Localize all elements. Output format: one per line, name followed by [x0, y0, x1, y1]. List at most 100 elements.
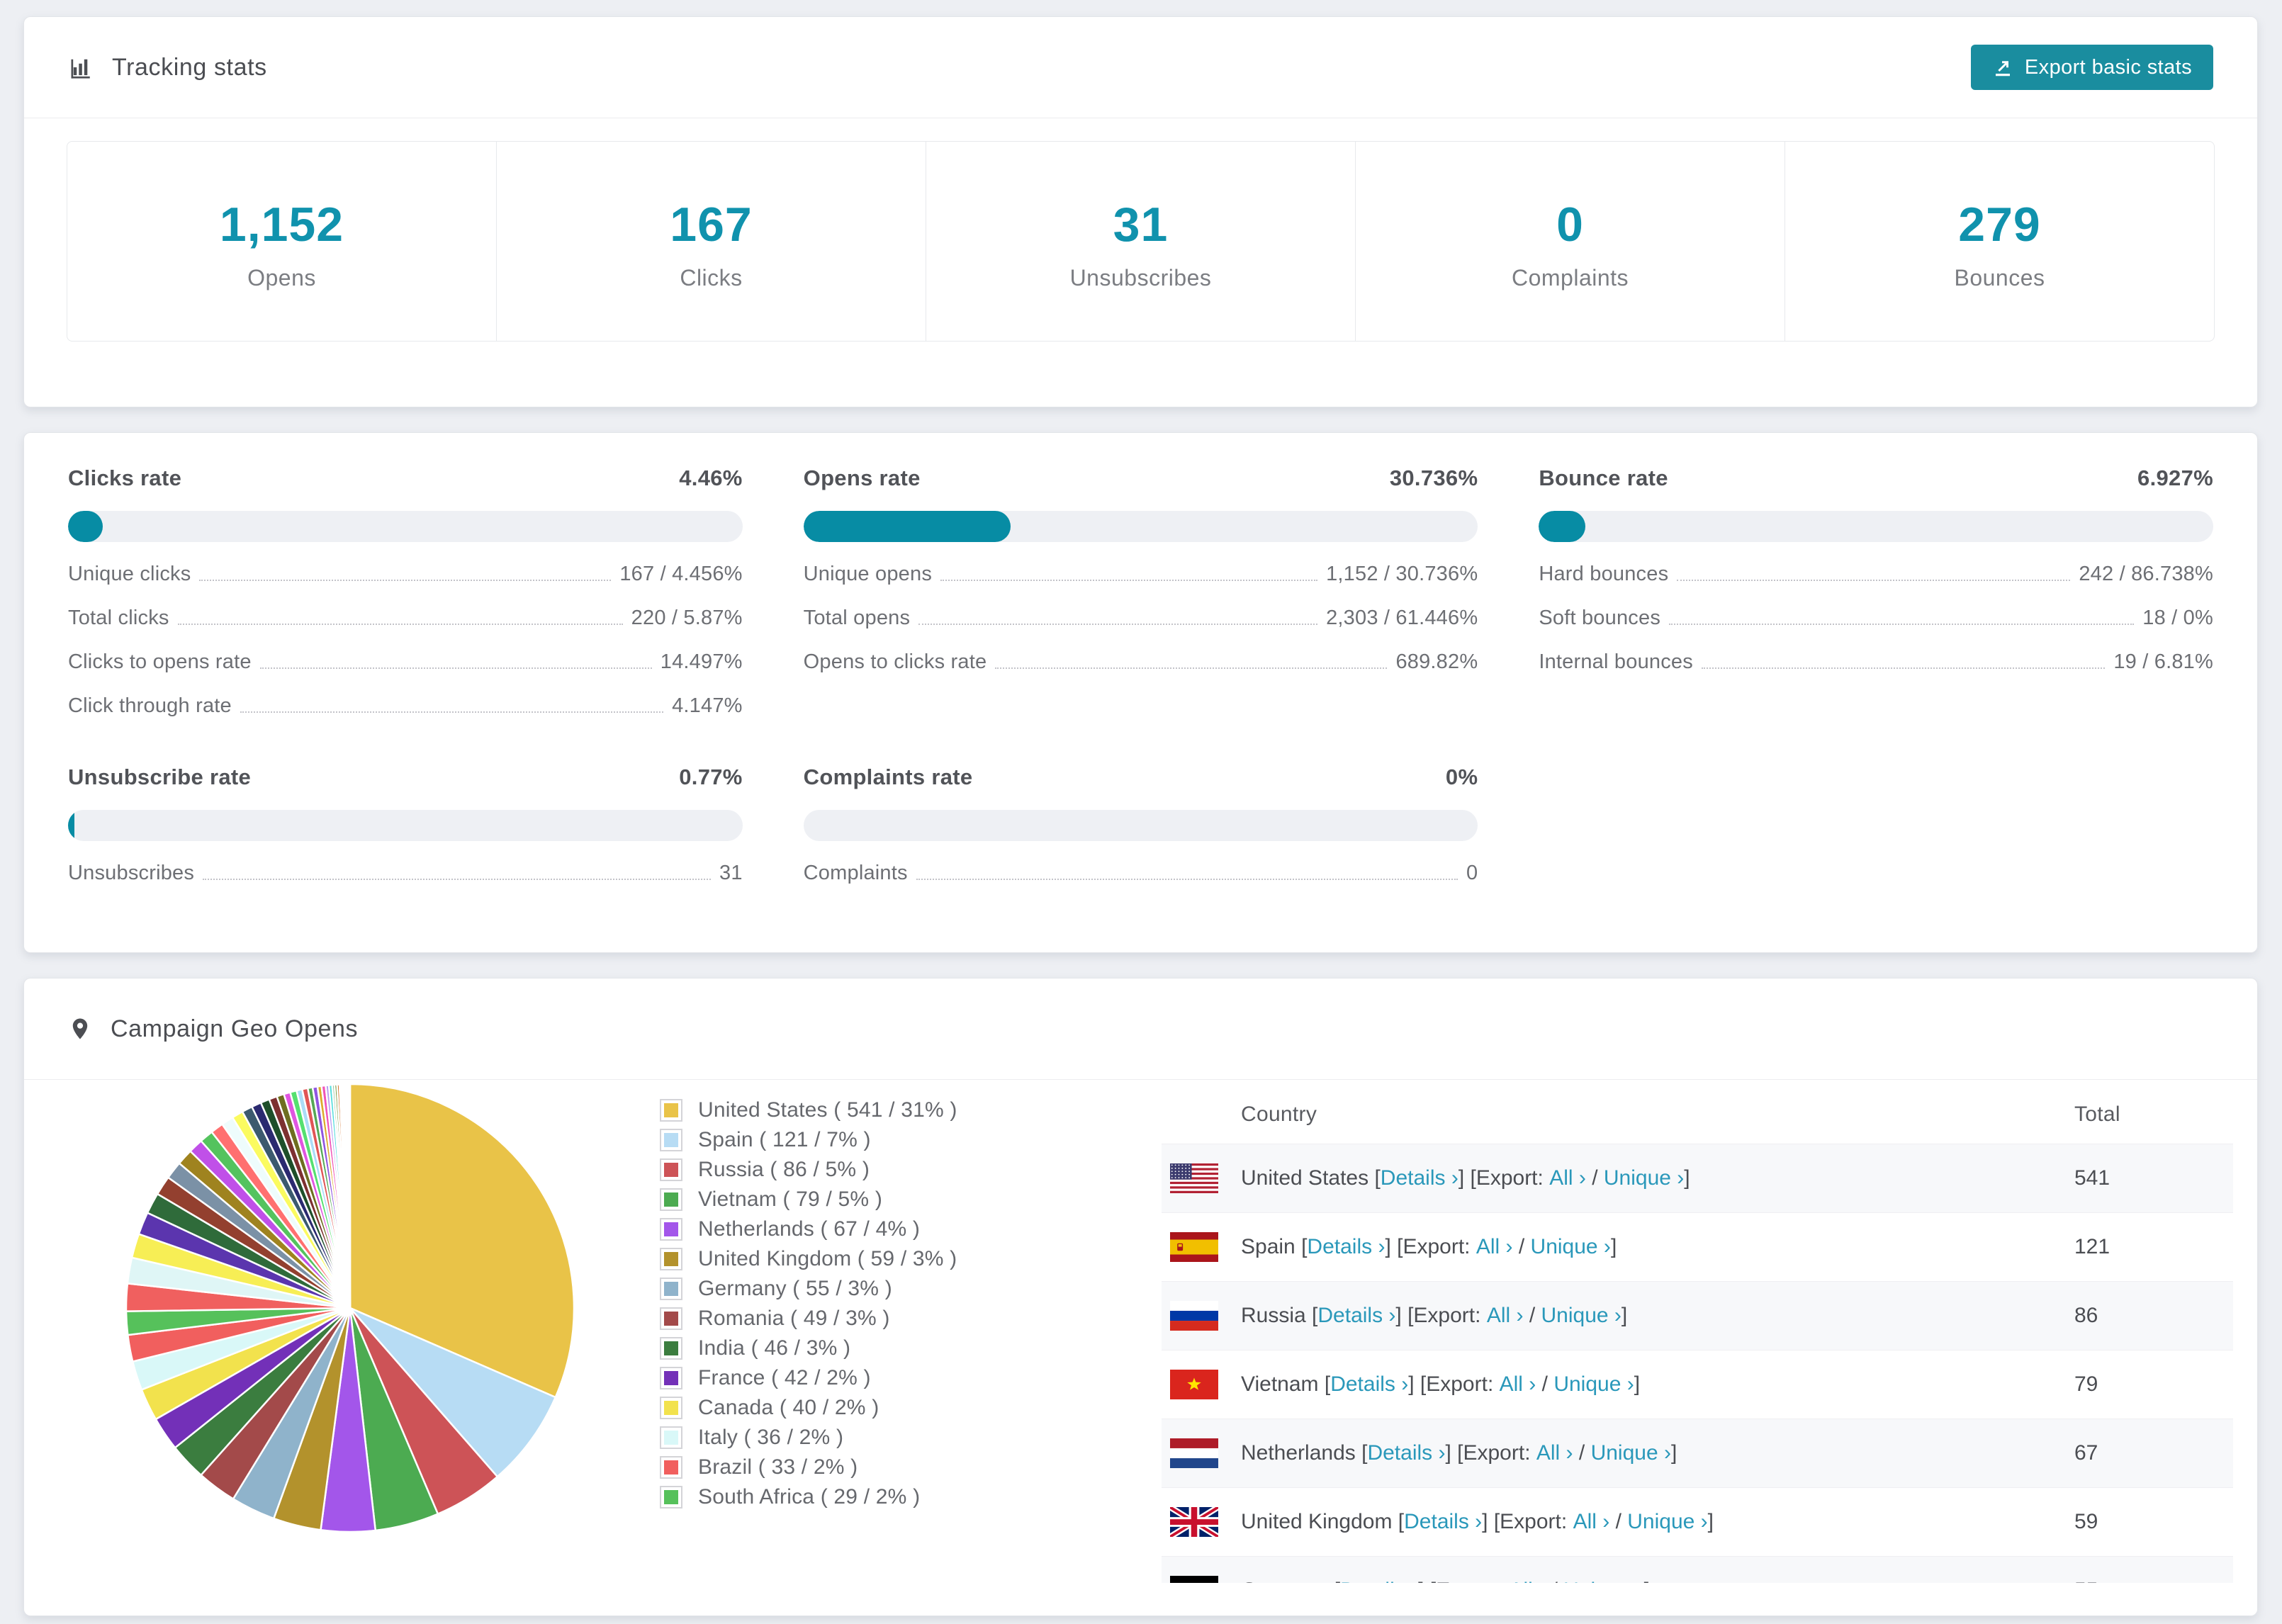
export-all-link[interactable]: All ›	[1476, 1235, 1513, 1259]
geo-header: Campaign Geo Opens	[24, 979, 2257, 1080]
export-all-link[interactable]: All ›	[1509, 1579, 1546, 1583]
geo-table-row-russia: Russia [Details ›] [Export: All › / Uniq…	[1162, 1281, 2233, 1350]
legend-swatch	[660, 1367, 682, 1389]
rate-row-total-opens: Total opens 2,303 / 61.446%	[804, 607, 1478, 630]
legend-item-italy[interactable]: Italy ( 36 / 2% )	[660, 1423, 957, 1453]
legend-item-netherlands[interactable]: Netherlands ( 67 / 4% )	[660, 1214, 957, 1244]
details-link[interactable]: Details ›	[1367, 1441, 1445, 1465]
export-basic-stats-button[interactable]: Export basic stats	[1970, 45, 2213, 90]
country-total: 121	[2074, 1235, 2110, 1258]
geo-table-row-united-states: United States [Details ›] [Export: All ›…	[1162, 1144, 2233, 1212]
export-icon	[1992, 57, 2013, 78]
rate-title: Opens rate	[803, 466, 921, 490]
progress-track	[68, 810, 743, 841]
stat-value: 279	[1958, 198, 2041, 252]
legend-item-vietnam[interactable]: Vietnam ( 79 / 5% )	[660, 1185, 957, 1214]
tracking-stats-header: Tracking stats Export basic stats	[24, 17, 2257, 118]
geo-table-row-vietnam: Vietnam [Details ›] [Export: All › / Uni…	[1162, 1350, 2233, 1419]
legend-item-romania[interactable]: Romania ( 49 / 3% )	[660, 1304, 957, 1333]
geo-pie-chart	[123, 1081, 577, 1535]
legend-item-spain[interactable]: Spain ( 121 / 7% )	[660, 1125, 957, 1155]
rate-row-clicks-to-opens-rate: Clicks to opens rate 14.497%	[68, 650, 743, 674]
progress-fill	[1539, 511, 1585, 542]
country-name: Spain	[1241, 1235, 1302, 1258]
legend-label: Romania ( 49 / 3% )	[698, 1307, 890, 1330]
details-link[interactable]: Details ›	[1404, 1510, 1482, 1534]
rate-row-hard-bounces: Hard bounces 242 / 86.738%	[1539, 563, 2213, 586]
export-all-link[interactable]: All ›	[1573, 1510, 1610, 1534]
rate-section-opens-rate: Opens rate 30.736% Unique opens 1,152 / 30.…	[803, 466, 1478, 718]
legend-label: United Kingdom ( 59 / 3% )	[698, 1247, 957, 1270]
details-link[interactable]: Details ›	[1317, 1304, 1395, 1328]
legend-swatch	[660, 1456, 682, 1479]
bar-chart-icon	[68, 55, 94, 80]
rate-row-label: Clicks to opens rate	[68, 650, 252, 673]
country-total: 79	[2074, 1372, 2098, 1396]
country-total: 67	[2074, 1441, 2098, 1465]
legend-item-united-states[interactable]: United States ( 541 / 31% )	[660, 1095, 957, 1125]
legend-item-india[interactable]: India ( 46 / 3% )	[660, 1333, 957, 1363]
legend-swatch	[660, 1129, 682, 1151]
export-unique-link[interactable]: Unique ›	[1563, 1579, 1643, 1583]
us-flag-icon	[1170, 1163, 1218, 1193]
export-all-link[interactable]: All ›	[1500, 1372, 1536, 1397]
rate-row-label: Complaints	[803, 862, 908, 884]
rate-value: 0.77%	[679, 765, 743, 789]
country-name: Russia	[1241, 1304, 1313, 1327]
rate-value: 6.927%	[2137, 466, 2213, 490]
details-link[interactable]: Details ›	[1307, 1235, 1385, 1259]
rates-card: Clicks rate 4.46% Unique clicks 167 / 4.456…	[23, 432, 2258, 953]
export-unique-link[interactable]: Unique ›	[1531, 1235, 1611, 1259]
legend-swatch	[660, 1426, 682, 1449]
stat-label: Clicks	[680, 265, 743, 291]
export-all-link[interactable]: All ›	[1549, 1166, 1586, 1190]
details-link[interactable]: Details ›	[1330, 1372, 1408, 1397]
legend-label: Vietnam ( 79 / 5% )	[698, 1188, 883, 1211]
export-unique-link[interactable]: Unique ›	[1591, 1441, 1671, 1465]
stat-box-unsubscribes: 31 Unsubscribes	[926, 142, 1355, 341]
legend-label: Spain ( 121 / 7% )	[698, 1128, 871, 1151]
legend-swatch	[660, 1337, 682, 1360]
rate-row-value: 2,303 / 61.446%	[1326, 607, 1478, 629]
pie-slice-other[interactable]	[348, 1083, 352, 1309]
legend-label: United States ( 541 / 31% )	[698, 1098, 957, 1122]
details-link[interactable]: Details ›	[1381, 1166, 1458, 1190]
export-unique-link[interactable]: Unique ›	[1553, 1372, 1634, 1397]
progress-track	[803, 810, 1478, 841]
legend-swatch	[660, 1218, 682, 1241]
country-name: Vietnam	[1241, 1372, 1325, 1396]
stat-value: 167	[670, 198, 753, 252]
legend-item-south-africa[interactable]: South Africa ( 29 / 2% )	[660, 1482, 957, 1512]
legend-item-france[interactable]: France ( 42 / 2% )	[660, 1363, 957, 1393]
export-unique-link[interactable]: Unique ›	[1541, 1304, 1621, 1328]
dotted-leader	[916, 879, 1458, 880]
stat-value: 31	[1113, 198, 1169, 252]
legend-item-united-kingdom[interactable]: United Kingdom ( 59 / 3% )	[660, 1244, 957, 1274]
export-all-link[interactable]: All ›	[1487, 1304, 1524, 1328]
country-total: 86	[2074, 1304, 2098, 1327]
vn-flag-icon	[1170, 1370, 1218, 1399]
rate-title: Unsubscribe rate	[68, 765, 252, 789]
legend-item-canada[interactable]: Canada ( 40 / 2% )	[660, 1393, 957, 1423]
es-flag-icon	[1170, 1232, 1218, 1262]
progress-track	[1539, 511, 2213, 542]
legend-item-germany[interactable]: Germany ( 55 / 3% )	[660, 1274, 957, 1304]
stat-label: Opens	[247, 265, 316, 291]
details-link[interactable]: Details ›	[1340, 1579, 1418, 1583]
rate-row-label: Opens to clicks rate	[803, 650, 987, 673]
export-unique-link[interactable]: Unique ›	[1604, 1166, 1684, 1190]
legend-label: Russia ( 86 / 5% )	[698, 1158, 870, 1181]
legend-swatch	[660, 1099, 682, 1122]
stat-value: 0	[1556, 198, 1584, 252]
rate-row-opens-to-clicks-rate: Opens to clicks rate 689.82%	[804, 650, 1478, 674]
legend-item-russia[interactable]: Russia ( 86 / 5% )	[660, 1155, 957, 1185]
export-unique-link[interactable]: Unique ›	[1627, 1510, 1707, 1534]
rate-row-value: 1,152 / 30.736%	[1326, 563, 1478, 585]
export-all-link[interactable]: All ›	[1536, 1441, 1573, 1465]
rate-row-total-clicks: Total clicks 220 / 5.87%	[68, 607, 743, 630]
dotted-leader	[259, 667, 652, 669]
rate-row-value: 31	[719, 862, 743, 884]
geo-table-row-spain: Spain [Details ›] [Export: All › / Uniqu…	[1162, 1212, 2233, 1281]
legend-item-brazil[interactable]: Brazil ( 33 / 2% )	[660, 1453, 957, 1482]
rate-title: Clicks rate	[68, 466, 182, 490]
